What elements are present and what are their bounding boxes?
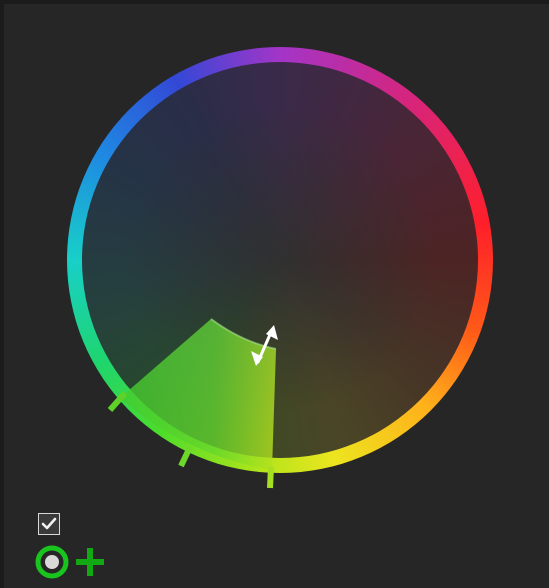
target-icon[interactable] [34,544,70,580]
enable-checkbox[interactable] [38,513,60,535]
hue-marker-2[interactable] [178,445,193,468]
hue-marker-1[interactable] [107,391,128,412]
checkmark-icon [41,517,57,530]
hue-marker-3[interactable] [267,466,274,489]
selection-overlay [107,318,278,489]
color-wheel[interactable] [0,0,549,588]
plus-icon[interactable] [74,546,106,578]
